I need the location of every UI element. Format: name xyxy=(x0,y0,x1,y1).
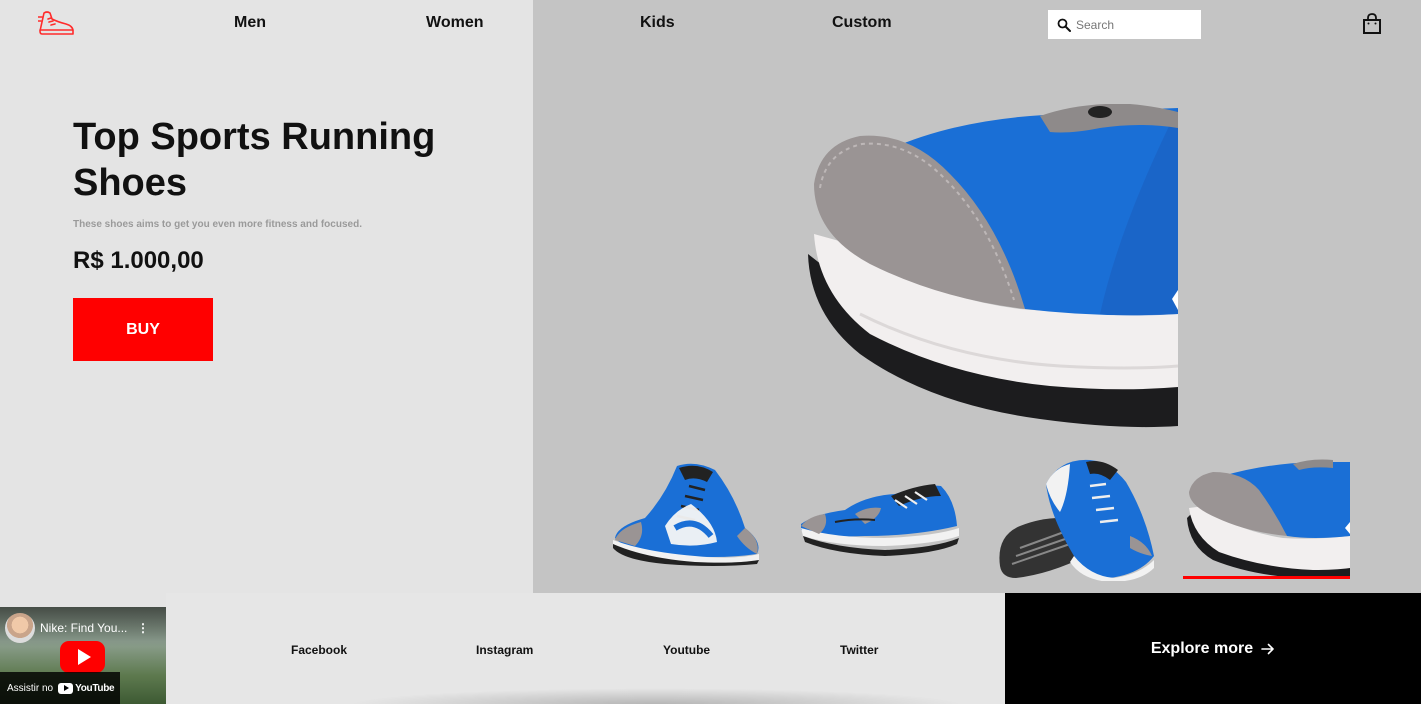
social-link-youtube[interactable]: Youtube xyxy=(663,643,710,657)
play-button[interactable] xyxy=(60,641,105,673)
arrow-right-icon xyxy=(1261,643,1274,654)
search-input[interactable] xyxy=(1076,17,1196,32)
thumbnail-shoe-pair-sole[interactable] xyxy=(990,456,1160,581)
hero-left-panel xyxy=(0,0,533,593)
search-icon xyxy=(1057,18,1071,32)
nav-kids[interactable]: Kids xyxy=(640,14,675,32)
watch-on-label: Assistir no xyxy=(7,682,54,694)
youtube-logo: YouTube xyxy=(58,682,115,694)
nav-men[interactable]: Men xyxy=(234,14,266,32)
main-product-image xyxy=(808,104,1178,428)
explore-more-button[interactable]: Explore more xyxy=(1005,593,1421,704)
thumbnail-shoe-pair-front[interactable] xyxy=(795,456,965,581)
hero-subtitle: These shoes aims to get you even more fi… xyxy=(73,219,362,230)
video-more-icon[interactable]: ⋮ xyxy=(137,621,149,635)
buy-button[interactable]: BUY xyxy=(73,298,213,361)
thumbnail-selected-indicator xyxy=(1183,576,1350,579)
explore-more-label: Explore more xyxy=(1150,639,1254,657)
youtube-play-icon xyxy=(58,682,74,694)
social-link-facebook[interactable]: Facebook xyxy=(291,643,347,657)
page-title: Top Sports Running Shoes xyxy=(73,116,436,204)
search-box[interactable] xyxy=(1048,10,1201,39)
running-shoe-logo-icon[interactable] xyxy=(38,10,76,38)
youtube-wordmark: YouTube xyxy=(75,682,115,694)
watch-on-youtube-button[interactable]: Assistir no YouTube xyxy=(0,672,120,704)
nav-women[interactable]: Women xyxy=(426,14,483,32)
footer-social-bar: Facebook Instagram Youtube Twitter xyxy=(166,593,1005,704)
thumbnail-shoe-pair-side[interactable] xyxy=(605,456,775,581)
social-link-instagram[interactable]: Instagram xyxy=(476,643,533,657)
shopping-bag-icon[interactable] xyxy=(1362,13,1382,35)
social-link-twitter[interactable]: Twitter xyxy=(840,643,878,657)
nav-custom[interactable]: Custom xyxy=(832,14,892,32)
product-price: R$ 1.000,00 xyxy=(73,247,204,274)
video-title[interactable]: Nike: Find You... xyxy=(40,621,127,635)
thumbnail-shoe-toe-closeup[interactable] xyxy=(1183,456,1353,581)
footer-shadow xyxy=(346,688,966,704)
youtube-video-embed[interactable]: Nike: Find You... ⋮ Assistir no YouTube xyxy=(0,607,166,704)
channel-avatar[interactable] xyxy=(5,613,35,643)
